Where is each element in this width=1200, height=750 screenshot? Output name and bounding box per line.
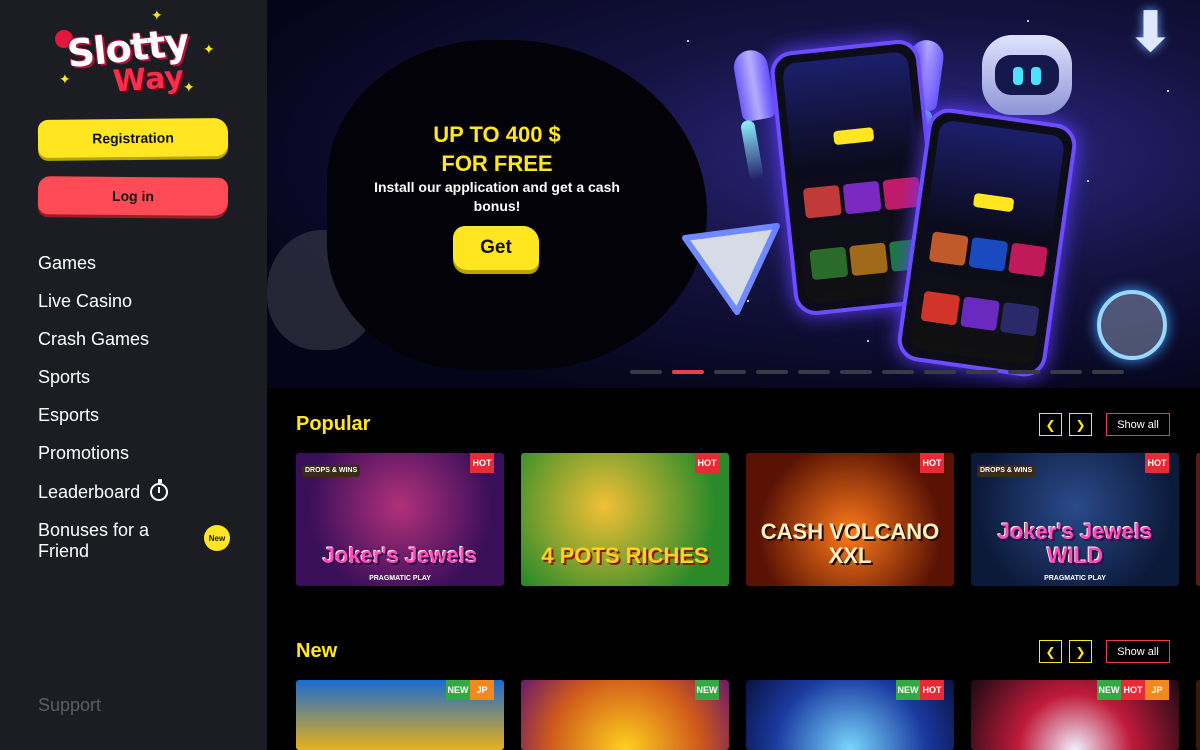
slottyway-logo[interactable]: ✦ ✦ ✦ ✦ Slotty Way (55, 8, 215, 102)
sidebar-item-label: Live Casino (38, 290, 133, 311)
banner-pagination (630, 370, 1124, 374)
sidebar-item-leaderboard[interactable]: Leaderboard (38, 472, 248, 512)
banner-dot-active[interactable] (672, 370, 704, 374)
game-title: Joker's Jewels (322, 543, 478, 568)
registration-button[interactable]: Registration (37, 118, 229, 158)
chevron-left-icon: ❮ (1045, 644, 1056, 659)
new-section-title: New (296, 640, 338, 662)
game-card[interactable]: HOT 4 POTS RICHES (521, 453, 729, 586)
banner-dot[interactable] (714, 370, 746, 374)
hot-tag: HOT (1145, 453, 1169, 473)
sidebar-item-games[interactable]: Games (38, 244, 248, 282)
jackpot-tag: JP (1145, 680, 1169, 700)
game-title: 4 POTS RICHES (541, 543, 709, 568)
hot-tag: HOT (920, 680, 944, 700)
chevron-right-icon: ❯ (1075, 644, 1086, 659)
login-button[interactable]: Log in (37, 176, 229, 216)
new-prev-button[interactable]: ❮ (1039, 640, 1062, 663)
chevron-left-icon: ❮ (1045, 417, 1056, 432)
banner-title-line1: UP TO 400 $ (433, 122, 561, 147)
new-tag: NEW (1097, 680, 1121, 700)
banner-dot[interactable] (756, 370, 788, 374)
banner-title: UP TO 400 $ FOR FREE (367, 120, 627, 178)
sidebar-item-label: Promotions (38, 442, 130, 463)
sidebar-item-live-casino[interactable]: Live Casino (38, 282, 248, 320)
hot-tag: HOT (1121, 680, 1145, 700)
game-card[interactable]: NEW (521, 680, 729, 750)
new-badge: New (204, 525, 230, 551)
banner-dot[interactable] (966, 370, 998, 374)
game-title: Joker's Jewels WILD (997, 519, 1153, 568)
jackpot-tag: JP (470, 680, 494, 700)
banner-dot[interactable] (630, 370, 662, 374)
new-tag: NEW (446, 680, 470, 700)
sidebar-item-label: Esports (38, 404, 100, 425)
google-play-icon (682, 223, 780, 315)
game-card[interactable]: HOT CASH VOLCANO XXL (746, 453, 954, 586)
new-next-button[interactable]: ❯ (1069, 640, 1092, 663)
sparkle-icon: ✦ (203, 42, 215, 58)
banner-title-line2: FOR FREE (441, 151, 553, 176)
promo-banner[interactable]: UP TO 400 $ FOR FREE Install our applica… (267, 0, 1200, 388)
hot-tag: HOT (695, 453, 719, 473)
game-title: CASH VOLCANO XXL (760, 519, 940, 568)
new-tag: NEW (896, 680, 920, 700)
banner-dot[interactable] (840, 370, 872, 374)
popular-next-button[interactable]: ❯ (1069, 413, 1092, 436)
sidebar-item-sports[interactable]: Sports (38, 358, 248, 396)
download-arrow-icon: ⬇ (1127, 0, 1174, 65)
banner-dot[interactable] (1008, 370, 1040, 374)
sidebar-nav: Games Live Casino Crash Games Sports Esp… (38, 244, 248, 566)
game-card-partial[interactable] (1196, 680, 1200, 750)
sidebar: ✦ ✦ ✦ ✦ Slotty Way Registration Log in G… (0, 0, 267, 750)
game-provider: PRAGMATIC PLAY (1044, 575, 1106, 582)
drops-wins-badge: DROPS & WINS (977, 465, 1036, 477)
banner-dot[interactable] (1092, 370, 1124, 374)
chevron-right-icon: ❯ (1075, 417, 1086, 432)
get-app-button[interactable]: Get (453, 226, 539, 270)
banner-subtitle: Install our application and get a cash b… (374, 179, 620, 214)
sidebar-item-bonuses-for-a-friend[interactable]: Bonuses for a Friend New (38, 516, 248, 566)
popular-prev-button[interactable]: ❮ (1039, 413, 1062, 436)
drops-wins-badge: DROPS & WINS (302, 465, 361, 477)
game-card[interactable]: DROPS & WINS HOT Joker's Jewels PRAGMATI… (296, 453, 504, 586)
game-card-partial[interactable] (1196, 453, 1200, 586)
sidebar-item-label: Crash Games (38, 328, 150, 349)
banner-dot[interactable] (1050, 370, 1082, 374)
banner-dot[interactable] (882, 370, 914, 374)
sidebar-item-promotions[interactable]: Promotions (38, 434, 248, 472)
banner-dot[interactable] (798, 370, 830, 374)
sidebar-item-crash-games[interactable]: Crash Games (38, 320, 248, 358)
robot-mascot (982, 35, 1072, 115)
hot-tag: HOT (470, 453, 494, 473)
sidebar-item-esports[interactable]: Esports (38, 396, 248, 434)
game-provider: PRAGMATIC PLAY (369, 575, 431, 582)
apple-logo-icon (1097, 290, 1167, 360)
sidebar-item-label: Games (38, 252, 97, 273)
game-card[interactable]: NEW HOT (746, 680, 954, 750)
sidebar-item-label: Bonuses for a Friend (38, 520, 150, 561)
rocket-icon (731, 47, 777, 123)
sidebar-item-label: Leaderboard (38, 481, 141, 502)
game-card[interactable]: NEW HOT JP (971, 680, 1179, 750)
logo-text-way: Way (111, 59, 186, 100)
rocket-flame (739, 119, 765, 181)
support-link[interactable]: Support (38, 695, 101, 716)
sidebar-item-label: Sports (38, 366, 91, 387)
game-card[interactable]: DROPS & WINS HOT Joker's Jewels WILD PRA… (971, 453, 1179, 586)
new-show-all-button[interactable]: Show all (1106, 640, 1170, 663)
popular-section-title: Popular (296, 413, 371, 435)
banner-dot[interactable] (924, 370, 956, 374)
timer-icon (150, 479, 169, 501)
popular-show-all-button[interactable]: Show all (1106, 413, 1170, 436)
game-card[interactable]: NEW JP (296, 680, 504, 750)
hot-tag: HOT (920, 453, 944, 473)
new-tag: NEW (695, 680, 719, 700)
